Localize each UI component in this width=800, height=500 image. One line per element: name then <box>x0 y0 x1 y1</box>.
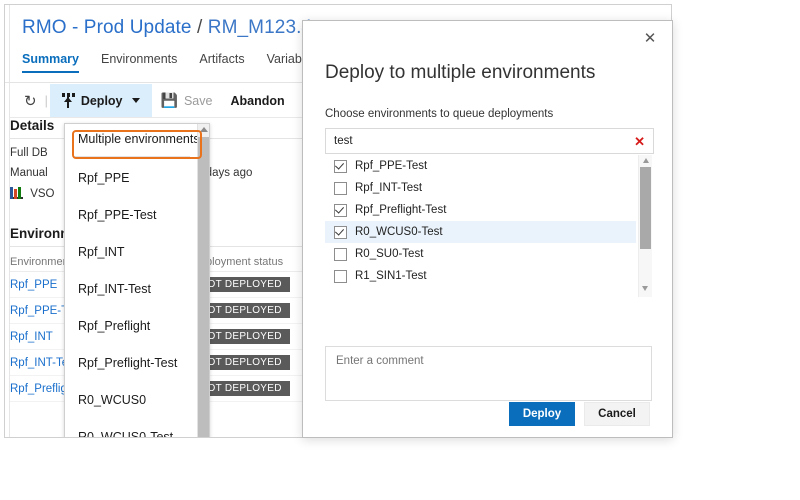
details-value-1: Full DB <box>10 147 48 159</box>
dialog-title: Deploy to multiple environments <box>325 62 596 83</box>
checkbox-unchecked-icon[interactable] <box>334 247 347 261</box>
clear-icon[interactable]: ✕ <box>626 135 653 148</box>
list-item-label: R0_SU0-Test <box>355 248 424 260</box>
environment-list-scrollbar-thumb[interactable] <box>640 167 651 249</box>
vso-build-icon <box>10 187 23 199</box>
checkbox-checked-icon[interactable] <box>334 225 347 239</box>
list-item[interactable]: R0_SU0-Test <box>325 243 636 265</box>
deploy-button-label: Deploy <box>80 93 123 108</box>
environment-checkbox-list: Rpf_PPE-Test Rpf_INT-Test Rpf_Preflight-… <box>325 155 652 297</box>
save-button[interactable]: 💾 Save <box>152 84 222 117</box>
dialog-subtitle: Choose environments to queue deployments <box>325 108 554 120</box>
details-value-2: Manual <box>10 167 48 179</box>
list-item[interactable]: Rpf_INT-Test <box>325 177 636 199</box>
save-button-label: Save <box>183 93 213 108</box>
list-item-label: Rpf_PPE-Test <box>355 160 428 172</box>
checkbox-unchecked-icon[interactable] <box>334 269 347 283</box>
tab-environments[interactable]: Environments <box>101 52 177 71</box>
deploy-confirm-button[interactable]: Deploy <box>509 402 575 426</box>
list-item[interactable]: Rpf_Preflight-Test <box>325 199 636 221</box>
deploy-to-multiple-environments-dialog: ✕ Deploy to multiple environments Choose… <box>302 20 673 438</box>
chevron-down-icon <box>131 98 140 103</box>
scroll-up-arrow-icon[interactable] <box>199 127 208 132</box>
scroll-down-arrow-icon[interactable] <box>642 286 648 291</box>
abandon-button[interactable]: Abandon <box>221 84 293 117</box>
tab-summary[interactable]: Summary <box>22 52 79 73</box>
checkbox-checked-icon[interactable] <box>334 203 347 217</box>
deploy-button[interactable]: Deploy <box>49 84 152 117</box>
checkbox-checked-icon[interactable] <box>334 159 347 173</box>
close-icon[interactable]: ✕ <box>640 29 660 49</box>
deploy-dropdown-menu: Multiple environments Rpf_PPE Rpf_PPE-Te… <box>64 123 210 437</box>
dialog-button-bar: Deploy Cancel <box>509 402 650 426</box>
pivot-tabs: Summary Environments Artifacts Variables <box>22 52 318 78</box>
cancel-button[interactable]: Cancel <box>584 402 650 426</box>
environment-search-field[interactable]: ✕ <box>325 128 654 154</box>
list-item-label: Rpf_Preflight-Test <box>355 204 447 216</box>
menu-scrollbar[interactable] <box>197 124 209 437</box>
menu-item-r0-wcus0-test[interactable]: R0_WCUS0-Test <box>65 419 198 437</box>
menu-item-rpf-int-test[interactable]: Rpf_INT-Test <box>65 271 198 308</box>
menu-item-rpf-int[interactable]: Rpf_INT <box>65 234 198 271</box>
page-title: RMO - Prod Update / RM_M123.4 <box>22 17 312 39</box>
list-item-label: R1_SIN1-Test <box>355 270 427 282</box>
menu-separator <box>73 156 190 157</box>
menu-item-rpf-ppe-test[interactable]: Rpf_PPE-Test <box>65 197 198 234</box>
toolbar-divider: | <box>44 93 48 108</box>
scroll-up-arrow-icon[interactable] <box>642 158 649 163</box>
list-item-label: R0_WCUS0-Test <box>355 226 443 238</box>
list-item[interactable]: R1_SIN1-Test <box>325 265 636 287</box>
tab-artifacts[interactable]: Artifacts <box>199 52 244 71</box>
menu-item-rpf-preflight-test[interactable]: Rpf_Preflight-Test <box>65 345 198 382</box>
menu-item-multiple-environments[interactable]: Multiple environments <box>65 124 200 154</box>
menu-scrollbar-thumb[interactable] <box>198 137 209 437</box>
menu-item-rpf-ppe[interactable]: Rpf_PPE <box>65 160 198 197</box>
menu-item-r0-wcus0[interactable]: R0_WCUS0 <box>65 382 198 419</box>
toolbar: ↻ | Deploy 💾 Save Abandon <box>10 84 306 118</box>
environment-checkbox-list-items: Rpf_PPE-Test Rpf_INT-Test Rpf_Preflight-… <box>325 155 636 297</box>
deploy-dropdown-list: Multiple environments Rpf_PPE Rpf_PPE-Te… <box>65 124 200 437</box>
page-title-project: RMO - Prod Update <box>22 17 192 38</box>
details-value-3: VSO <box>30 188 55 200</box>
page-title-separator: / <box>196 17 203 38</box>
comment-input[interactable] <box>325 346 652 401</box>
list-item[interactable]: R0_WCUS0-Test <box>325 221 636 243</box>
save-icon: 💾 <box>160 92 178 108</box>
page-title-release: RM_M123.4 <box>207 17 313 38</box>
deploy-upload-icon <box>61 93 75 108</box>
environment-list-scrollbar[interactable] <box>638 155 652 297</box>
refresh-icon[interactable]: ↻ <box>10 84 43 117</box>
abandon-button-label: Abandon <box>230 93 285 108</box>
search-input[interactable] <box>326 135 627 147</box>
checkbox-unchecked-icon[interactable] <box>334 181 347 195</box>
menu-item-rpf-preflight[interactable]: Rpf_Preflight <box>65 308 198 345</box>
list-item-label: Rpf_INT-Test <box>355 182 423 194</box>
list-item[interactable]: Rpf_PPE-Test <box>325 155 636 177</box>
tabs-divider <box>5 82 306 83</box>
